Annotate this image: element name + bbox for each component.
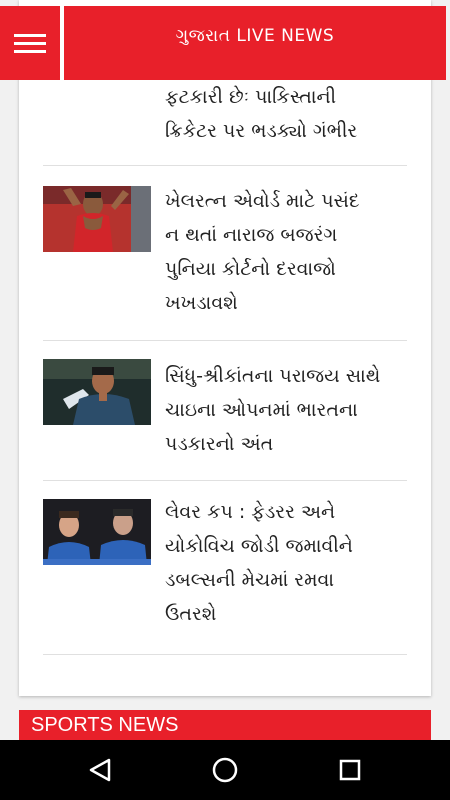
recents-button[interactable] [330,750,370,790]
news-item-3[interactable]: સિંધુ-શ્રીકાંતના પરાજય સાથે ચાઇના ઓપનમાં… [43,341,407,481]
news-headline[interactable]: સિંધુ-શ્રીકાંતના પરાજય સાથે ચાઇના ઓપનમાં… [165,359,405,461]
system-navigation-bar [0,740,450,800]
section-header-sports[interactable]: SPORTS NEWS [19,710,431,740]
news-headline[interactable]: લેવર કપ : ફેડરર અને યોકોવિચ જોડી જમાવીને… [165,495,405,631]
news-item-4[interactable]: લેવર કપ : ફેડરર અને યોકોવિચ જોડી જમાવીને… [43,481,407,655]
home-button[interactable] [205,750,245,790]
hamburger-menu-icon [14,29,46,58]
wrestler-photo[interactable] [43,186,151,252]
menu-button[interactable] [0,6,60,80]
app-title: ગુજરાત LIVE NEWS [175,26,335,46]
news-list-card: ફટકારી છેઃ પાકિસ્તાની ક્રિકેટર પર ભડક્યો… [19,0,431,696]
recents-square-icon [339,759,361,781]
badminton-player-photo[interactable] [43,359,151,425]
back-button[interactable] [80,750,120,790]
section-title: SPORTS NEWS [31,714,179,736]
news-headline[interactable]: ખેલરત્ન એવોર્ડ માટે પસંદ ન થતાં નારાજ બજ… [165,184,405,320]
app-header: ગુજરાત LIVE NEWS [0,0,450,80]
title-bar: ગુજરાત LIVE NEWS [64,6,446,80]
divider [43,654,407,655]
news-headline[interactable]: ફટકારી છેઃ પાકિસ્તાની ક્રિકેટર પર ભડક્યો… [165,80,405,148]
back-triangle-icon [89,758,111,782]
app-content: ફટકારી છેઃ પાકિસ્તાની ક્રિકેટર પર ભડક્યો… [0,0,450,740]
tennis-players-photo[interactable] [43,499,151,565]
news-item-2[interactable]: ખેલરત્ન એવોર્ડ માટે પસંદ ન થતાં નારાજ બજ… [43,166,407,341]
home-circle-icon [212,757,238,783]
